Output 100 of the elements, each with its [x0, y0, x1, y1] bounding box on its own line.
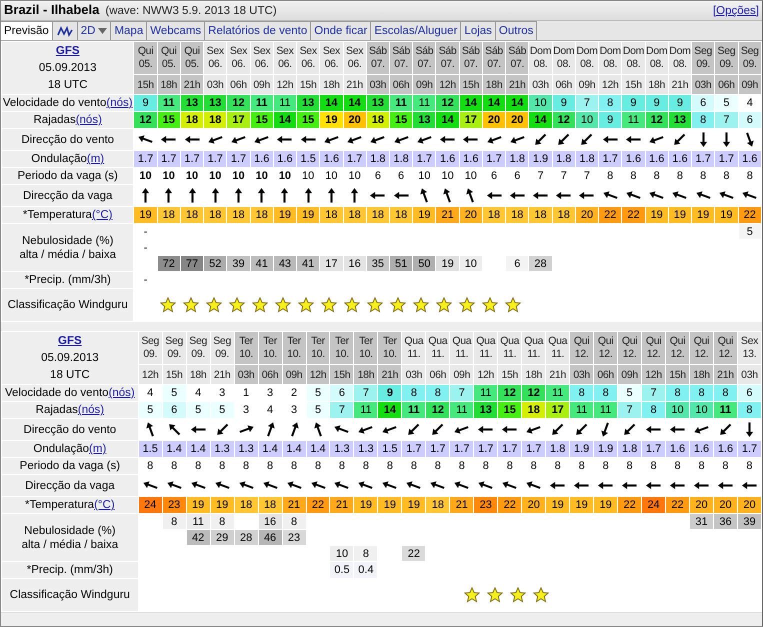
swell-cell: 1.8 — [576, 151, 598, 167]
tab[interactable]: Lojas — [461, 21, 496, 40]
tab[interactable]: Escolas/Aluguer — [371, 21, 462, 40]
day-header: Qua 11. — [522, 332, 546, 364]
wind-speed-cell: 7 — [642, 385, 666, 401]
hour-header: 15h — [297, 75, 320, 94]
temperature-cell: 19 — [692, 207, 714, 223]
swell-cell: 1.6 — [460, 151, 482, 167]
row-label: Ondulação — [31, 153, 87, 165]
tab[interactable]: Onde ficar — [311, 21, 372, 40]
gust-cell: 7 — [618, 402, 642, 418]
period-cell-text: 8 — [458, 459, 466, 474]
row-label: Direcção da vaga — [22, 190, 112, 202]
row-label: Rajadas — [34, 114, 76, 126]
day-header: Qui 12. — [570, 332, 594, 364]
swell-cell: 1.4 — [258, 441, 282, 457]
graph-tab[interactable] — [52, 21, 78, 40]
gust-cell: 15 — [250, 112, 273, 128]
temperature-cell: 19 — [594, 497, 618, 513]
temperature-cell: 18 — [426, 497, 450, 513]
gust-cell: 11 — [450, 402, 474, 418]
unit-link[interactable]: (nós) — [106, 97, 133, 109]
row-label: *Precip. (mm/3h) — [26, 564, 113, 576]
run-time: 18 UTC — [50, 369, 90, 381]
day-header: Seg 09. — [210, 332, 234, 364]
run-date: 05.09.2013 — [41, 352, 99, 364]
period-cell-text: 8 — [434, 459, 442, 474]
wind-speed-cell: 9 — [134, 95, 157, 111]
row-label: Nebulosidade (%) — [22, 234, 114, 246]
swell-cell: 1.7 — [134, 151, 157, 167]
options-link[interactable]: [Opções] — [712, 5, 759, 17]
model-link[interactable]: GFS — [56, 45, 80, 57]
wind-speed-cell: 5 — [306, 385, 330, 401]
temperature-cell: 18 — [344, 207, 366, 223]
day-header: Sex 06. — [227, 42, 250, 74]
cloud-cover-cell: 5 — [738, 224, 761, 239]
unit-link[interactable]: (m) — [86, 153, 104, 165]
row-label: Velocidade do vento — [4, 387, 109, 399]
unit-link[interactable]: (°C) — [92, 209, 113, 221]
cloud-cover-cell: 6 — [506, 256, 528, 271]
hour-header: 12h — [642, 365, 666, 384]
period-cell-text: 8 — [362, 459, 370, 474]
wind-speed-cell: 8 — [690, 385, 713, 401]
unit-link[interactable]: (nós) — [78, 404, 104, 416]
tab[interactable]: Webcams — [147, 21, 206, 40]
swell-cell: 1.8 — [546, 441, 570, 457]
period-cell-text: 8 — [146, 459, 154, 474]
temperature-cell: 21 — [450, 497, 474, 513]
hour-header: 09h — [618, 365, 642, 384]
hour-header: 21h — [210, 365, 234, 384]
hour-header: 03h — [738, 365, 761, 384]
hour-header: 12h — [306, 365, 330, 384]
cloud-cover-cell: 41 — [250, 256, 273, 271]
unit-link[interactable]: (nós) — [108, 387, 135, 399]
row-label: Rajadas — [36, 404, 78, 416]
hour-header: 06h — [258, 365, 282, 384]
period-cell-text: 8 — [554, 459, 562, 474]
gust-cell: 10 — [666, 402, 690, 418]
gust-cell: 15 — [390, 112, 412, 128]
gust-cell: 8 — [738, 402, 761, 418]
swell-cell: 1.7 — [474, 441, 498, 457]
gust-cell: 17 — [460, 112, 482, 128]
temperature-cell: 18 — [390, 207, 412, 223]
temperature-cell: 22 — [666, 497, 690, 513]
day-header: Qui 12. — [594, 332, 618, 364]
swell-cell: 1.6 — [738, 151, 761, 167]
period-cell-text: 8 — [218, 459, 226, 474]
tab[interactable]: Previsão — [1, 21, 53, 40]
unit-link[interactable]: (°C) — [94, 499, 115, 511]
temperature-cell: 19 — [186, 497, 210, 513]
unit-link[interactable]: (m) — [89, 443, 106, 455]
period-cell-text: 8 — [697, 459, 706, 474]
wind-speed-cell: 7 — [354, 385, 378, 401]
hour-header: 09h — [738, 75, 761, 94]
swell-cell: 1.6 — [690, 441, 713, 457]
tab[interactable]: Mapa — [111, 21, 148, 40]
hour-header: 06h — [426, 365, 450, 384]
tab[interactable]: Relatórios de vento — [205, 21, 312, 40]
hour-header: 18h — [158, 75, 180, 94]
swell-cell: 1.8 — [552, 151, 575, 167]
unit-link[interactable]: (nós) — [76, 114, 102, 126]
gust-cell: 5 — [210, 402, 234, 418]
period-cell-text: 8 — [266, 459, 274, 474]
run-date: 05.09.2013 — [38, 62, 96, 74]
dropdown-tab[interactable]: 2D — [78, 21, 112, 40]
model-link[interactable]: GFS — [58, 335, 82, 347]
hour-header: 09h — [450, 365, 474, 384]
hour-header: 03h — [529, 75, 552, 94]
hour-header: 03h — [692, 75, 714, 94]
temperature-cell: 21 — [282, 497, 306, 513]
day-header: Seg 09. — [186, 332, 210, 364]
hour-header: 12h — [138, 365, 162, 384]
temperature-cell: 22 — [306, 497, 330, 513]
tab[interactable]: Outros — [496, 21, 538, 40]
wind-speed-cell: 6 — [692, 95, 714, 111]
wind-speed-cell: 11 — [274, 95, 296, 111]
cloud-cover-cell: 39 — [227, 256, 250, 271]
temperature-cell: 18 — [506, 207, 528, 223]
wind-speed-cell: 10 — [529, 95, 552, 111]
day-header: Sáb 07. — [460, 42, 482, 74]
